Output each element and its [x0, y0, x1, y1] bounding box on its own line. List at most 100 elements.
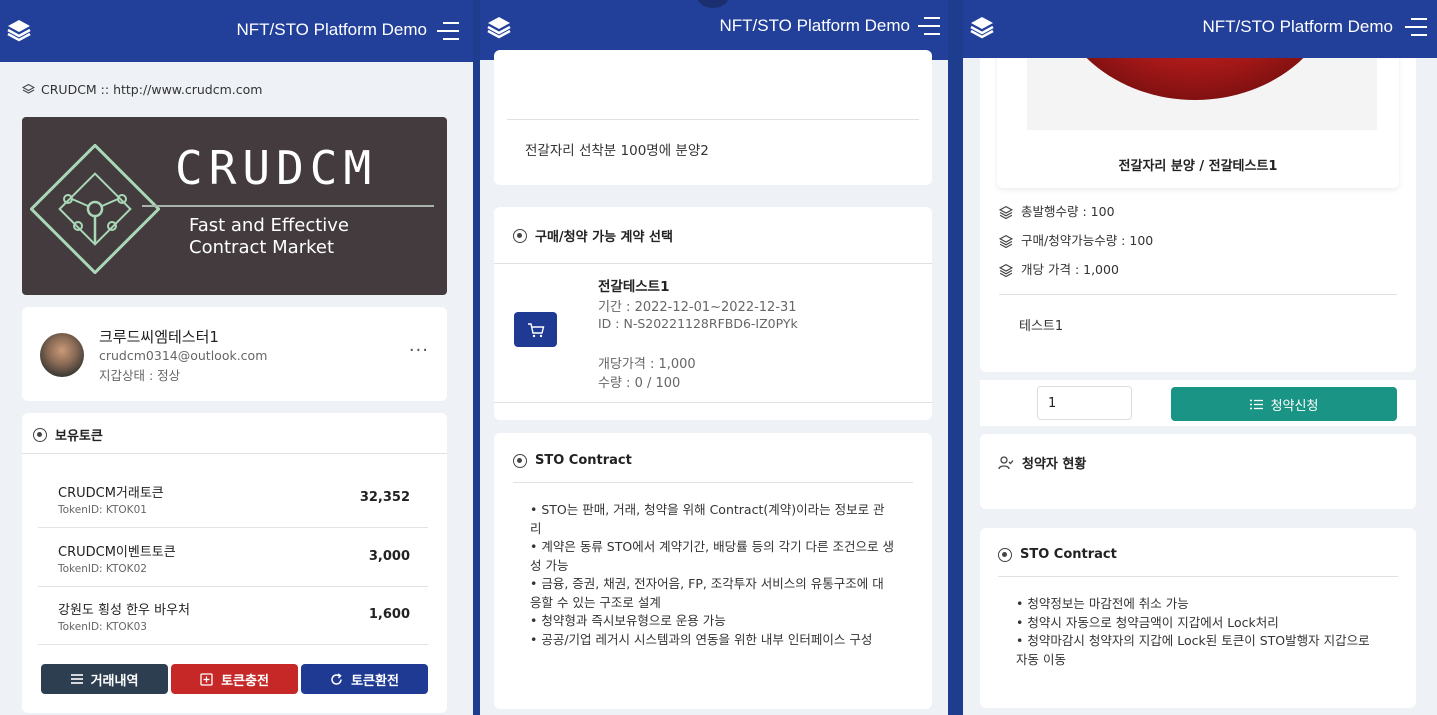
- sto-list: • STO는 판매, 거래, 청약을 위해 Contract(계약)이라는 정보…: [530, 501, 894, 649]
- profile-name: 크루드씨엠테스터1: [99, 328, 219, 346]
- sto-item: • 공공/기업 레거시 시스템과의 연동을 위한 내부 인터페이스 구성: [530, 631, 873, 647]
- stat-available-text: 구매/청약가능수량 : 100: [1021, 233, 1154, 248]
- sto-item: • 청약마감시 청약자의 지갑에 Lock된 토큰이 STO발행자 지갑으로 자…: [1016, 633, 1370, 667]
- token-name: CRUDCM이벤트토큰: [58, 545, 176, 560]
- plus-square-icon: [200, 672, 213, 686]
- stat-total: 총발행수량 : 100: [999, 197, 1153, 226]
- list-icon: [1249, 399, 1263, 409]
- exchange-button[interactable]: 토큰환전: [301, 664, 428, 694]
- divider: [507, 119, 919, 120]
- subscribe-button-label: 청약신청: [1270, 398, 1319, 414]
- layers-logo-icon[interactable]: [6, 18, 32, 42]
- contract-period: 기간 : 2022-12-01~2022-12-31: [598, 300, 797, 315]
- target-icon: [998, 547, 1012, 562]
- layers-icon: [999, 263, 1013, 277]
- divider: [998, 576, 1398, 577]
- token-id: TokenID: KTOK02: [58, 563, 147, 575]
- sto-item: • 계약은 동류 STO에서 계약기간, 배당률 등의 각기 다른 조건으로 생…: [530, 539, 894, 573]
- drag-handle[interactable]: [697, 0, 729, 8]
- cart-icon: [527, 322, 544, 337]
- charge-button[interactable]: 토큰충전: [171, 664, 298, 694]
- list-icon: [70, 674, 83, 684]
- sto-item: • 청약형과 즉시보유형으로 운용 가능: [530, 613, 726, 628]
- layers-icon: [999, 205, 1013, 219]
- stat-available: 구매/청약가능수량 : 100: [999, 226, 1153, 255]
- description-card: 전갈자리 선착분 100명에 분양2: [494, 50, 932, 185]
- panel-subscribe: 전갈자리 분양 / 전갈테스트1 총발행수량 : 100 구매/청약가능수량 :…: [963, 0, 1437, 715]
- token-name: CRUDCM거래토큰: [58, 486, 164, 501]
- stat-price: 개당 가격 : 1,000: [999, 255, 1153, 284]
- banner-brand: CRUDCM: [175, 141, 378, 195]
- contract-select-title: 구매/청약 가능 계약 선택: [535, 230, 673, 245]
- token-row[interactable]: CRUDCM이벤트토큰 TokenID: KTOK02 3,000: [38, 529, 428, 587]
- quantity-input[interactable]: [1037, 386, 1132, 420]
- item-note: 테스트1: [1019, 319, 1064, 334]
- subscribers-card: 청약자 현황: [980, 434, 1416, 509]
- charge-button-label: 토큰충전: [221, 673, 269, 689]
- wallet-status: 지갑상태 : 정상: [99, 368, 181, 383]
- app-title: NFT/STO Platform Demo: [1202, 17, 1394, 36]
- stat-total-text: 총발행수량 : 100: [1021, 204, 1115, 219]
- sto-header: STO Contract: [513, 453, 632, 468]
- sto-item: • 금융, 증권, 채권, 전자어음, FP, 조각투자 서비스의 유통구조에 …: [530, 576, 884, 610]
- contract-select-card: 구매/청약 가능 계약 선택 전갈테스트1 기간 : 2022-12-01~20…: [494, 207, 932, 420]
- contract-quantity: 수량 : 0 / 100: [598, 376, 681, 391]
- subscribe-button[interactable]: 청약신청: [1171, 387, 1397, 421]
- app-header: NFT/STO Platform Demo: [0, 0, 473, 62]
- subscribers-title: 청약자 현황: [1022, 457, 1087, 472]
- divider: [494, 263, 932, 264]
- token-name: 강원도 횡성 한우 바우처: [58, 603, 190, 618]
- banner-line2: Contract Market: [189, 237, 335, 258]
- refresh-icon: [331, 672, 342, 685]
- hamburger-menu-icon[interactable]: [435, 20, 461, 42]
- token-id: TokenID: KTOK01: [58, 504, 147, 516]
- stat-price-text: 개당 가격 : 1,000: [1021, 262, 1119, 277]
- tokens-header: 보유토큰: [33, 425, 103, 444]
- target-icon: [513, 453, 527, 468]
- item-title: 전갈자리 분양 / 전갈테스트1: [1118, 159, 1278, 174]
- contract-name[interactable]: 전갈테스트1: [598, 275, 670, 295]
- avatar[interactable]: [40, 333, 84, 377]
- app-header: NFT/STO Platform Demo: [963, 0, 1437, 58]
- layers-logo-icon[interactable]: [969, 15, 995, 39]
- item-stats: 총발행수량 : 100 구매/청약가능수량 : 100 개당 가격 : 1,00…: [999, 197, 1153, 284]
- sto-contract-card: STO Contract • 청약정보는 마감전에 취소 가능 • 청약시 자동…: [980, 528, 1416, 708]
- token-id: TokenID: KTOK03: [58, 621, 147, 633]
- hamburger-menu-icon[interactable]: [916, 15, 942, 37]
- site-link[interactable]: CRUDCM :: http://www.crudcm.com: [22, 82, 262, 97]
- app-title: NFT/STO Platform Demo: [236, 20, 428, 39]
- contract-price: 개당가격 : 1,000: [598, 357, 696, 372]
- tokens-title: 보유토큰: [55, 429, 103, 444]
- contract-id: ID : N-S20221128RFBD6-IZ0PYk: [598, 316, 798, 331]
- token-amount: 3,000: [368, 549, 410, 564]
- app-title: NFT/STO Platform Demo: [719, 16, 911, 35]
- exchange-button-label: 토큰환전: [351, 673, 399, 689]
- sto-item: • STO는 판매, 거래, 청약을 위해 Contract(계약)이라는 정보…: [530, 502, 885, 536]
- banner-tagline: Fast and Effective Contract Market: [189, 215, 349, 259]
- target-icon: [33, 427, 47, 442]
- layers-icon: [22, 83, 35, 94]
- more-options-icon[interactable]: ···: [409, 340, 429, 361]
- sale-description: 전갈자리 선착분 100명에 분양2: [525, 143, 709, 159]
- history-button[interactable]: 거래내역: [41, 664, 168, 694]
- sto-title: STO Contract: [535, 453, 632, 468]
- token-row[interactable]: 강원도 횡성 한우 바우처 TokenID: KTOK03 1,600: [38, 587, 428, 645]
- user-check-icon: [998, 455, 1014, 469]
- hamburger-menu-icon[interactable]: [1403, 16, 1429, 38]
- brand-banner: CRUDCM Fast and Effective Contract Marke…: [22, 117, 447, 295]
- token-row[interactable]: CRUDCM거래토큰 TokenID: KTOK01 32,352: [38, 470, 428, 528]
- divider: [513, 482, 913, 483]
- cart-button[interactable]: [514, 312, 557, 347]
- divider: [494, 402, 932, 403]
- profile-email: crudcm0314@outlook.com: [99, 348, 268, 363]
- divider: [22, 453, 447, 454]
- contract-select-header: 구매/청약 가능 계약 선택: [513, 226, 673, 245]
- layers-logo-icon[interactable]: [486, 15, 512, 39]
- token-amount: 32,352: [359, 490, 410, 505]
- banner-divider: [142, 205, 434, 207]
- site-link-text: CRUDCM :: http://www.crudcm.com: [41, 82, 263, 97]
- subscribers-header: 청약자 현황: [998, 453, 1086, 472]
- target-icon: [513, 228, 527, 243]
- sto-item: • 청약정보는 마감전에 취소 가능: [1016, 596, 1189, 611]
- panel-wallet: NFT/STO Platform Demo CRUDCM :: http://w…: [0, 0, 473, 715]
